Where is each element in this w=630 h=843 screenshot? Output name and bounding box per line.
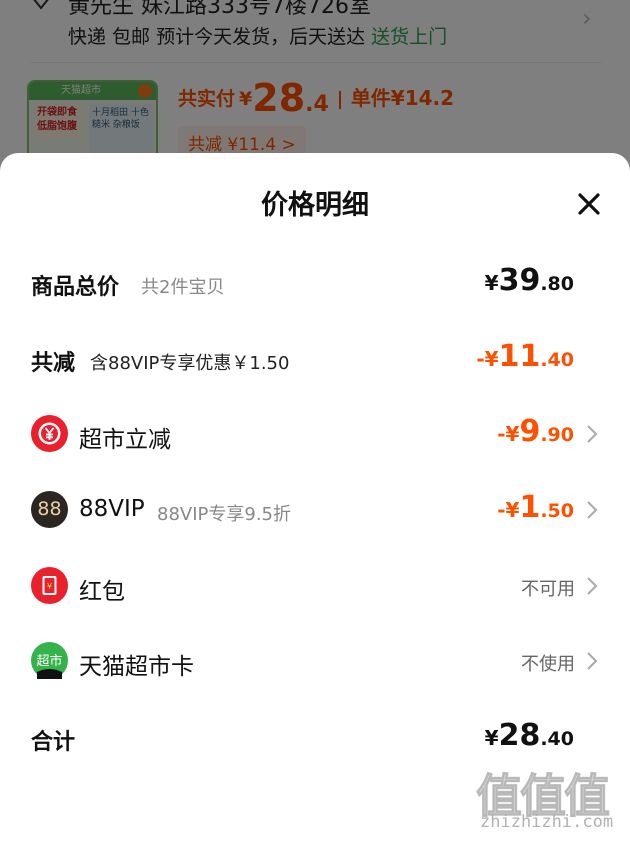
88-badge-icon: 88 bbox=[31, 491, 68, 528]
discount-label: 共减 bbox=[31, 351, 76, 376]
vip-note: 88VIP专享9.5折 bbox=[157, 504, 292, 525]
discount-price: -¥11.40 bbox=[476, 339, 574, 374]
row-discount: 共减 含88VIP专享优惠￥1.50 -¥11.40 bbox=[0, 331, 630, 387]
close-button[interactable] bbox=[572, 187, 606, 221]
chevron-right-icon bbox=[584, 497, 600, 523]
row-red-packet[interactable]: ¥ 红包 不可用 bbox=[0, 558, 630, 614]
supermarket-discount-price: -¥9.90 bbox=[497, 414, 574, 449]
watermark-url: zhizhizhi.com bbox=[480, 812, 614, 832]
supermarket-discount-label: 超市立减 bbox=[79, 427, 171, 453]
tmall-card-status: 不使用 bbox=[521, 654, 575, 675]
chevron-right-icon bbox=[584, 573, 600, 599]
price-detail-sheet: 价格明细 商品总价 共2件宝贝 ¥39.80 共减 含88VIP专享优惠￥1.5… bbox=[0, 153, 630, 843]
sheet-title: 价格明细 bbox=[261, 190, 369, 221]
discount-note: 含88VIP专享优惠￥1.50 bbox=[90, 353, 290, 374]
row-supermarket-discount[interactable]: 超市立减 -¥9.90 bbox=[0, 406, 630, 462]
watermark: 值值值 zhizhizhi.com bbox=[476, 760, 626, 836]
tmall-card-icon: 超市 bbox=[31, 642, 68, 679]
row-tmall-card[interactable]: 超市 天猫超市卡 不使用 bbox=[0, 633, 630, 689]
vip-discount-price: -¥1.50 bbox=[497, 490, 574, 525]
chevron-right-icon bbox=[584, 421, 600, 447]
goods-count: 共2件宝贝 bbox=[141, 277, 225, 298]
red-packet-label: 红包 bbox=[79, 579, 125, 605]
red-packet-status: 不可用 bbox=[521, 579, 575, 600]
sum-label: 合计 bbox=[31, 730, 76, 755]
close-icon bbox=[578, 193, 600, 215]
row-sum: 合计 ¥28.40 bbox=[0, 710, 630, 766]
row-88vip[interactable]: 88 88VIP 88VIP专享9.5折 -¥1.50 bbox=[0, 482, 630, 538]
svg-text:¥: ¥ bbox=[47, 582, 52, 591]
chevron-right-icon bbox=[584, 648, 600, 674]
row-goods-total: 商品总价 共2件宝贝 ¥39.80 bbox=[0, 255, 630, 311]
goods-total-price: ¥39.80 bbox=[484, 263, 574, 298]
88-badge-text: 88 bbox=[37, 498, 62, 520]
goods-total-label: 商品总价 bbox=[31, 275, 120, 300]
vip-label: 88VIP bbox=[79, 496, 145, 522]
sum-price: ¥28.40 bbox=[484, 718, 574, 753]
red-packet-icon: ¥ bbox=[31, 567, 68, 604]
yen-circle-icon bbox=[31, 415, 68, 452]
tmall-card-label: 天猫超市卡 bbox=[79, 654, 194, 680]
